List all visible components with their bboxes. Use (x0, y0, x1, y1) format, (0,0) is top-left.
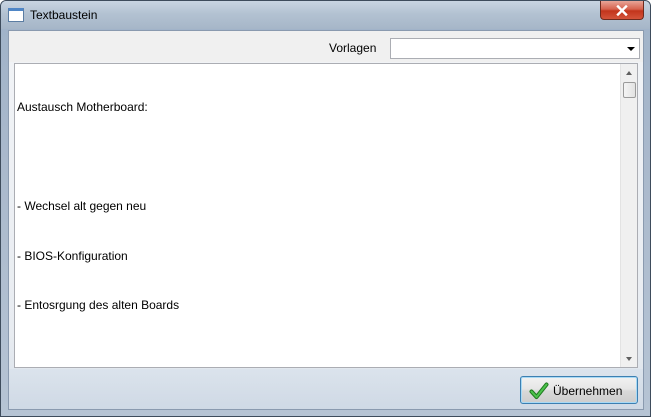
close-icon (616, 4, 628, 16)
close-button[interactable] (600, 1, 644, 20)
text-editor[interactable]: Austausch Motherboard: - Wechsel alt geg… (14, 63, 638, 368)
text-line (17, 149, 617, 166)
text-line: - Wechsel alt gegen neu (17, 199, 147, 213)
scroll-up-button[interactable] (621, 64, 637, 81)
template-bar: Vorlagen (9, 31, 643, 62)
text-content: Austausch Motherboard: - Wechsel alt geg… (17, 66, 617, 347)
arrow-down-icon (626, 356, 632, 361)
text-line: - BIOS-Konfiguration (17, 248, 128, 263)
arrow-up-icon (626, 70, 632, 75)
window-icon (8, 8, 24, 22)
title-bar[interactable]: Textbaustein (1, 1, 650, 29)
vorlagen-label: Vorlagen (329, 41, 377, 55)
window-title: Textbaustein (30, 8, 98, 22)
text-line: Austausch Motherboard: (17, 100, 148, 114)
button-bar: Übernehmen (9, 369, 643, 409)
vertical-scrollbar[interactable] (620, 64, 637, 367)
dialog-content: Vorlagen Austausch Motherboard: - Wechse… (8, 30, 644, 410)
scroll-down-button[interactable] (621, 350, 637, 367)
vorlagen-dropdown[interactable] (390, 38, 640, 59)
checkmark-icon (529, 382, 549, 399)
apply-button[interactable]: Übernehmen (520, 376, 638, 404)
scroll-thumb[interactable] (623, 82, 636, 98)
chevron-down-icon (627, 47, 635, 51)
textbaustein-window: Textbaustein Vorlagen Austausch Motherbo… (0, 0, 651, 417)
apply-button-label: Übernehmen (553, 384, 623, 398)
text-line: - Entosrgung des alten Boards (17, 298, 180, 312)
